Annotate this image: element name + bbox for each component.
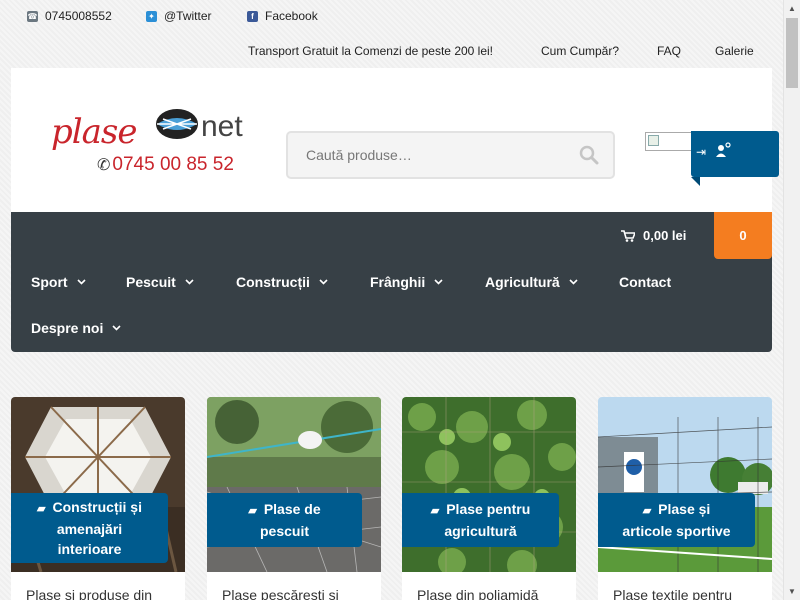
facebook-label: Facebook — [265, 9, 318, 23]
category-card-sport[interactable]: ▰ Plase și articole sportive Plase textil… — [598, 397, 772, 600]
menu-contact[interactable]: Contact — [619, 274, 671, 290]
logo-word: plase — [51, 112, 137, 152]
phone-number: 0745008552 — [45, 9, 112, 23]
category-label-line1: Construcții și — [52, 499, 142, 515]
chevron-down-icon — [76, 279, 86, 285]
chevron-down-icon — [319, 279, 328, 285]
cart-total-value: 0,00 lei — [643, 228, 687, 243]
category-label[interactable]: ▰ Plase și articole sportive — [598, 493, 755, 547]
top-bar: ☎ 0745008552 ✦ @Twitter f Facebook Trans… — [0, 0, 783, 68]
scroll-thumb[interactable] — [786, 18, 798, 88]
category-description: Plase pescărești și — [222, 587, 339, 600]
site-logo[interactable]: plase net ✆ 0745 00 85 52 — [51, 104, 251, 178]
category-label-line3: interioare — [57, 541, 122, 557]
account-panel: ⇥ — [691, 131, 779, 186]
phone-contact[interactable]: ☎ 0745008552 — [27, 9, 112, 23]
facebook-icon: f — [247, 10, 258, 22]
category-label-line2: agricultură — [444, 523, 517, 539]
menu-label: Pescuit — [126, 274, 176, 290]
category-card-pescuit[interactable]: ▰ Plase de pescuit Plase pescărești și — [207, 397, 381, 600]
menu-label: Construcții — [236, 274, 310, 290]
chevron-down-icon — [185, 279, 194, 285]
how-to-buy-link[interactable]: Cum Cumpăr? — [541, 44, 619, 58]
free-shipping-link[interactable]: Transport Gratuit la Comenzi de peste 20… — [248, 44, 493, 58]
category-label-line1: Plase și — [658, 501, 711, 517]
logo-phone-number: 0745 00 85 52 — [112, 154, 234, 175]
menu-despre-noi[interactable]: Despre noi — [31, 320, 121, 336]
menu-label: Agricultură — [485, 274, 560, 290]
folder-open-icon: ▰ — [37, 503, 46, 515]
scroll-down-arrow-icon[interactable]: ▼ — [784, 583, 800, 600]
category-card-agricultura[interactable]: ▰ Plase pentru agricultură Plase din poli… — [402, 397, 576, 600]
menu-constructii[interactable]: Construcții — [236, 274, 328, 290]
cart-count[interactable]: 0 — [714, 212, 772, 259]
category-label-line2: amenajări — [56, 521, 123, 537]
logo-phone: ✆ 0745 00 85 52 — [97, 154, 234, 176]
menu-label: Contact — [619, 274, 672, 290]
logo-net: net — [201, 110, 243, 143]
menu-agricultura[interactable]: Agricultură — [485, 274, 578, 290]
phone-icon: ☎ — [27, 10, 38, 22]
twitter-label: @Twitter — [164, 9, 212, 23]
faq-link[interactable]: FAQ — [657, 44, 681, 58]
user-add-icon[interactable] — [715, 142, 731, 158]
logo-net-ball-icon — [156, 109, 198, 139]
menu-sport[interactable]: Sport — [31, 274, 86, 290]
category-label-line1: Plase pentru — [446, 501, 531, 517]
category-card-constructii[interactable]: ▰ Construcții și amenajări interioare Pla… — [11, 397, 185, 600]
broken-image — [645, 132, 693, 151]
cart-total[interactable]: 0,00 lei — [621, 228, 686, 243]
category-label[interactable]: ▰ Plase pentru agricultură — [402, 493, 559, 547]
account-panel-tail — [691, 177, 700, 186]
gallery-link[interactable]: Galerie — [715, 44, 754, 58]
chevron-down-icon — [112, 325, 121, 331]
category-label[interactable]: ▰ Construcții și amenajări interioare — [11, 493, 168, 563]
category-description: Plase și produse din — [26, 587, 153, 600]
menu-label: Sport — [31, 274, 68, 290]
site-header: plase net ✆ 0745 00 85 52 ⇥ — [11, 68, 779, 212]
search-icon[interactable] — [579, 145, 599, 165]
search-box — [286, 131, 615, 179]
search-input[interactable] — [288, 133, 568, 177]
main-navigation: 0,00 lei 0 Sport Pescuit Construcții Frâ… — [11, 212, 772, 352]
category-label-line1: Plase de — [263, 501, 321, 517]
facebook-link[interactable]: f Facebook — [247, 9, 318, 23]
login-icon[interactable]: ⇥ — [696, 145, 706, 159]
chevron-down-icon — [434, 279, 443, 285]
folder-open-icon: ▰ — [642, 505, 652, 517]
page-scrollbar[interactable]: ▲ ▼ — [783, 0, 800, 600]
category-label-line2: articole sportive — [622, 523, 731, 539]
folder-open-icon: ▰ — [430, 505, 440, 517]
cart-icon — [621, 229, 635, 242]
scroll-up-arrow-icon[interactable]: ▲ — [784, 0, 800, 17]
category-description: Plase din poliamidă — [417, 587, 539, 600]
menu-label: Despre noi — [31, 320, 104, 336]
twitter-link[interactable]: ✦ @Twitter — [146, 9, 212, 23]
chevron-down-icon — [569, 279, 578, 285]
category-description: Plase textile pentru — [613, 587, 733, 600]
menu-label: Frânghii — [370, 274, 426, 290]
menu-pescuit[interactable]: Pescuit — [126, 274, 194, 290]
category-label[interactable]: ▰ Plase de pescuit — [207, 493, 362, 547]
logo-phone-icon: ✆ — [97, 157, 111, 174]
twitter-icon: ✦ — [146, 10, 157, 22]
menu-franghii[interactable]: Frânghii — [370, 274, 443, 290]
category-label-line2: pescuit — [259, 523, 309, 539]
folder-open-icon: ▰ — [248, 505, 257, 517]
